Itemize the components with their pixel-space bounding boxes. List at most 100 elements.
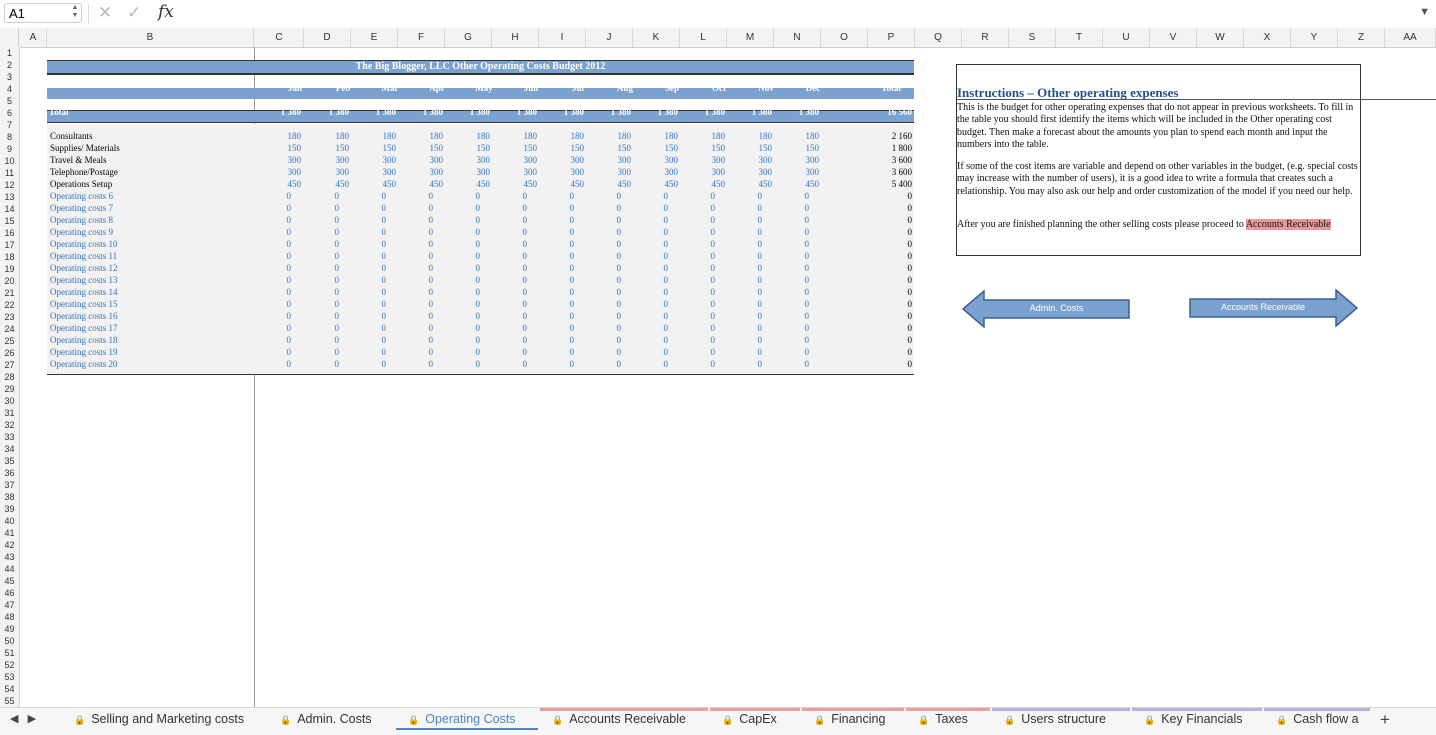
cost-item-label[interactable]: Operating costs 12 xyxy=(50,262,118,274)
row-header-41[interactable]: 41 xyxy=(0,527,19,539)
total-row-grand-total[interactable]: 16 560 xyxy=(872,106,912,118)
column-header-v[interactable]: V xyxy=(1150,28,1197,47)
cost-item-cell[interactable]: 300 xyxy=(450,166,491,178)
cost-item-cell[interactable]: 0 xyxy=(251,262,292,274)
cost-item-cell[interactable]: 0 xyxy=(251,322,292,334)
row-header-19[interactable]: 19 xyxy=(0,263,19,275)
cost-item-cell[interactable]: 0 xyxy=(299,322,340,334)
cost-item-cell[interactable]: 0 xyxy=(299,298,340,310)
cost-item-cell[interactable]: 180 xyxy=(497,130,538,142)
cost-item-cell[interactable]: 180 xyxy=(450,130,491,142)
row-header-4[interactable]: 4 xyxy=(0,83,19,95)
row-header-23[interactable]: 23 xyxy=(0,311,19,323)
total-row-cell[interactable]: 1 380 xyxy=(497,106,537,118)
cost-item-cell[interactable]: 0 xyxy=(722,190,763,202)
cost-item-cell[interactable]: 0 xyxy=(534,298,575,310)
cost-item-cell[interactable]: 450 xyxy=(356,178,397,190)
cost-item-cell[interactable]: 0 xyxy=(487,202,528,214)
row-header-30[interactable]: 30 xyxy=(0,395,19,407)
cost-item-cell[interactable]: 0 xyxy=(346,202,387,214)
admin-costs-back-button[interactable]: Admin. Costs xyxy=(961,289,1132,329)
cost-item-cell[interactable]: 0 xyxy=(722,346,763,358)
row-header-6[interactable]: 6 xyxy=(0,107,19,119)
cost-item-cell[interactable]: 0 xyxy=(346,226,387,238)
cost-item-cell[interactable]: 0 xyxy=(346,250,387,262)
column-header-k[interactable]: K xyxy=(633,28,680,47)
cost-item-cell[interactable]: 0 xyxy=(299,202,340,214)
column-header-i[interactable]: I xyxy=(539,28,586,47)
cost-item-cell[interactable]: 0 xyxy=(769,310,810,322)
cost-item-cell[interactable]: 0 xyxy=(628,190,669,202)
cost-item-cell[interactable]: 0 xyxy=(251,190,292,202)
cost-item-cell[interactable]: 0 xyxy=(534,334,575,346)
cost-item-cell[interactable]: 0 xyxy=(440,274,481,286)
cost-item-cell[interactable]: 0 xyxy=(628,310,669,322)
cost-item-label[interactable]: Operating costs 20 xyxy=(50,358,118,370)
cost-item-label[interactable]: Supplies/ Materials xyxy=(50,142,120,154)
cost-item-cell[interactable]: 0 xyxy=(299,190,340,202)
cost-item-cell[interactable]: 180 xyxy=(732,130,773,142)
column-header-c[interactable]: C xyxy=(255,28,304,47)
cost-item-cell[interactable]: 300 xyxy=(261,166,302,178)
cost-item-label[interactable]: Operating costs 16 xyxy=(50,310,118,322)
cost-item-cell[interactable]: 0 xyxy=(675,214,716,226)
cost-item-cell[interactable]: 300 xyxy=(779,154,820,166)
cost-item-cell[interactable]: 0 xyxy=(299,214,340,226)
row-header-27[interactable]: 27 xyxy=(0,359,19,371)
cost-item-cell[interactable]: 0 xyxy=(440,298,481,310)
column-header-a[interactable]: A xyxy=(20,28,47,47)
cost-item-cell[interactable]: 0 xyxy=(487,334,528,346)
cost-item-cell[interactable]: 0 xyxy=(487,346,528,358)
cost-item-cell[interactable]: 0 xyxy=(487,286,528,298)
row-header-11[interactable]: 11 xyxy=(0,167,19,179)
column-header-d[interactable]: D xyxy=(304,28,351,47)
row-header-14[interactable]: 14 xyxy=(0,203,19,215)
total-row-cell[interactable]: 1 380 xyxy=(450,106,490,118)
cost-item-cell[interactable]: 300 xyxy=(544,154,585,166)
cost-item-cell[interactable]: 0 xyxy=(675,298,716,310)
row-header-55[interactable]: 55 xyxy=(0,695,19,707)
cost-item-cell[interactable]: 300 xyxy=(685,166,726,178)
cost-item-cell[interactable]: 0 xyxy=(299,310,340,322)
cost-item-cell[interactable]: 0 xyxy=(440,190,481,202)
cost-item-cell[interactable]: 300 xyxy=(309,166,350,178)
tab-admin-costs[interactable]: 🔒 Admin. Costs xyxy=(268,708,394,730)
cost-item-cell[interactable]: 0 xyxy=(346,310,387,322)
cost-item-cell[interactable]: 0 xyxy=(534,238,575,250)
cost-item-cell[interactable]: 180 xyxy=(779,130,820,142)
cost-item-cell[interactable]: 0 xyxy=(581,274,622,286)
cost-item-cell[interactable]: 0 xyxy=(299,358,340,370)
cost-item-cell[interactable]: 0 xyxy=(393,226,434,238)
column-header-t[interactable]: T xyxy=(1056,28,1103,47)
cost-item-cell[interactable]: 0 xyxy=(581,262,622,274)
cost-item-cell[interactable]: 300 xyxy=(638,154,679,166)
row-header-28[interactable]: 28 xyxy=(0,371,19,383)
cost-item-cell[interactable]: 0 xyxy=(769,286,810,298)
cost-item-cell[interactable]: 0 xyxy=(487,238,528,250)
cost-item-cell[interactable]: 300 xyxy=(261,154,302,166)
row-header-22[interactable]: 22 xyxy=(0,299,19,311)
select-all-corner[interactable] xyxy=(0,28,19,47)
cost-item-cell[interactable]: 0 xyxy=(581,214,622,226)
cost-item-cell[interactable]: 0 xyxy=(393,334,434,346)
cost-item-cell[interactable]: 0 xyxy=(581,334,622,346)
cost-item-cell[interactable]: 0 xyxy=(534,190,575,202)
row-header-13[interactable]: 13 xyxy=(0,191,19,203)
tab-taxes[interactable]: 🔒 Taxes xyxy=(906,708,990,730)
cost-item-cell[interactable]: 0 xyxy=(628,358,669,370)
column-header-w[interactable]: W xyxy=(1197,28,1244,47)
cost-item-cell[interactable]: 0 xyxy=(440,202,481,214)
cost-item-cell[interactable]: 0 xyxy=(628,214,669,226)
total-row-cell[interactable]: 1 380 xyxy=(638,106,678,118)
row-header-25[interactable]: 25 xyxy=(0,335,19,347)
total-row-cell[interactable]: 1 380 xyxy=(779,106,819,118)
cost-item-cell[interactable]: 0 xyxy=(440,346,481,358)
cost-item-cell[interactable]: 0 xyxy=(675,274,716,286)
cost-item-cell[interactable]: 0 xyxy=(534,214,575,226)
cost-item-cell[interactable]: 450 xyxy=(261,178,302,190)
cost-item-cell[interactable]: 150 xyxy=(450,142,491,154)
cost-item-cell[interactable]: 150 xyxy=(591,142,632,154)
column-header-x[interactable]: X xyxy=(1244,28,1291,47)
cost-item-cell[interactable]: 0 xyxy=(581,298,622,310)
cost-item-cell[interactable]: 0 xyxy=(769,322,810,334)
